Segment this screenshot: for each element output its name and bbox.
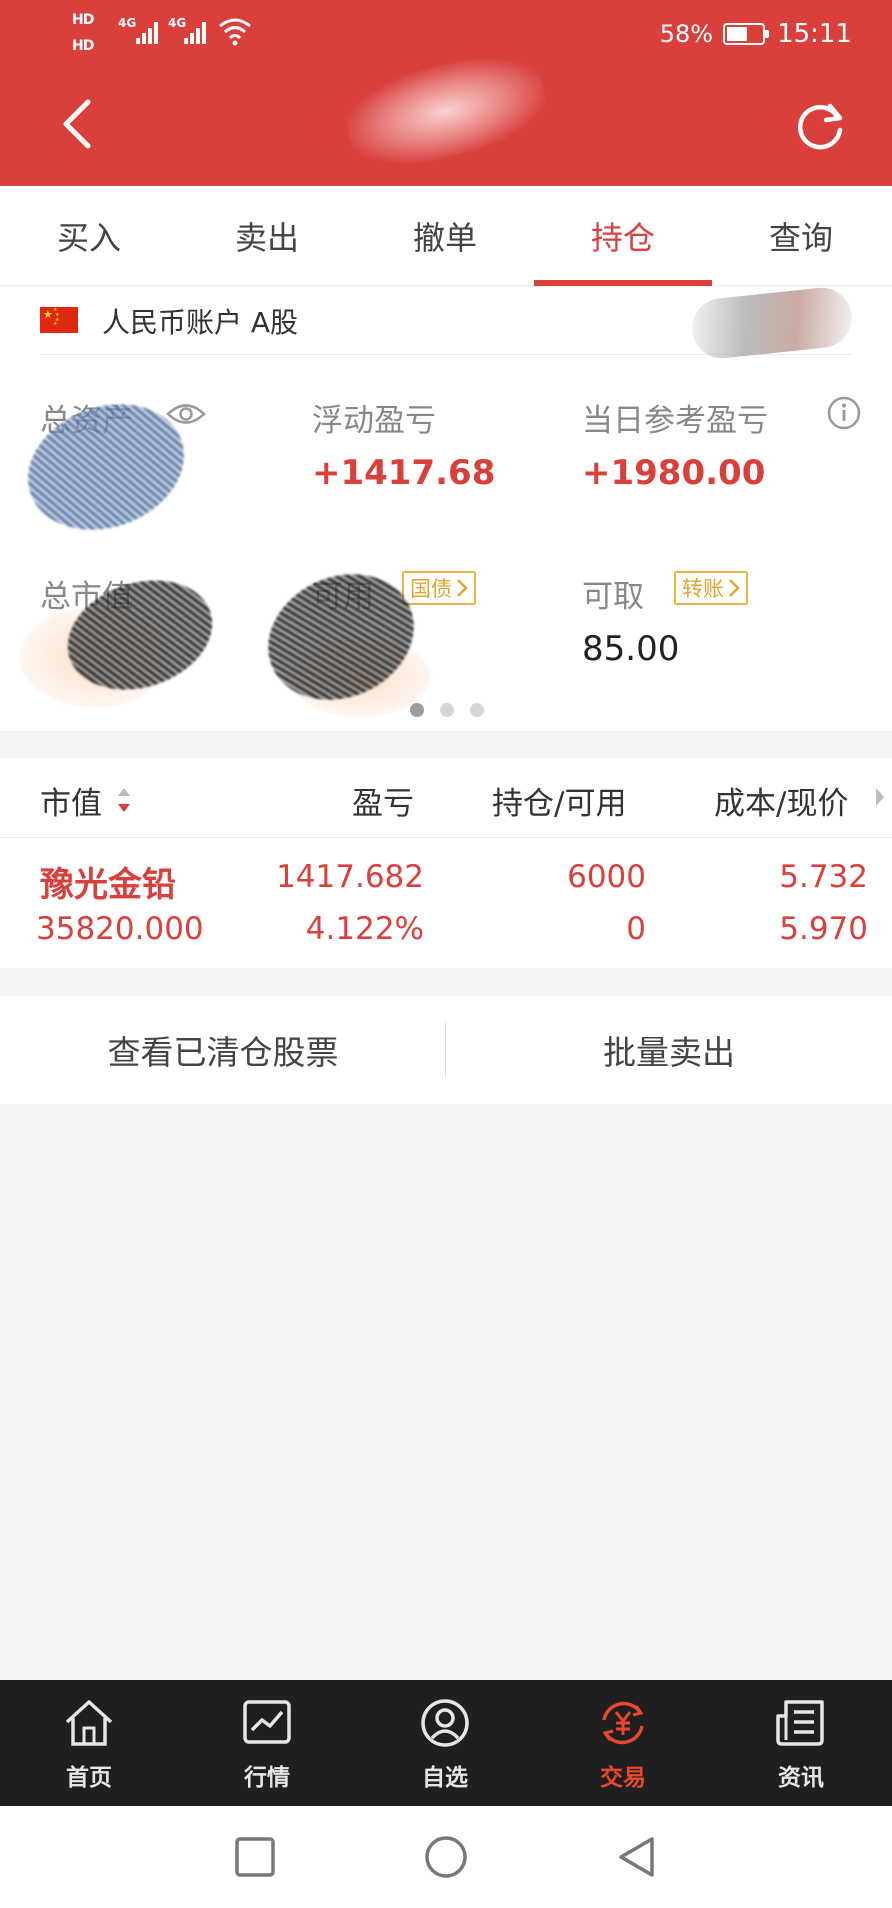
daily-pl-label: 当日参考盈亏 (582, 403, 768, 439)
floating-pl: 浮动盈亏 +1417.68 (312, 395, 552, 495)
recent-apps-icon[interactable] (232, 1834, 278, 1880)
battery-percent: 58% (659, 20, 714, 48)
clock: 15:11 (777, 19, 852, 49)
nav-home[interactable]: 首页 (0, 1680, 178, 1806)
holdings-actions: 查看已清仓股票 批量卖出 (0, 996, 892, 1104)
column-market-value[interactable]: 市值 (40, 778, 102, 823)
chevron-left-icon[interactable] (56, 96, 100, 152)
stock-price: 5.970 (779, 911, 868, 947)
pager-dot[interactable] (470, 703, 484, 717)
battery-icon (723, 23, 770, 45)
stock-available: 0 (626, 911, 646, 947)
sort-icon[interactable] (116, 786, 132, 814)
nav-trade[interactable]: 交易 (534, 1680, 712, 1806)
status-bar-left: HD HD 4G 4G (72, 10, 262, 60)
pager-dot[interactable] (440, 703, 454, 717)
transfer-tag-button[interactable]: 转账 (674, 571, 748, 605)
account-summary-card: ★★★★★ 人民币账户 A股 总资产 浮动盈亏 +1417.68 当日参考盈亏 … (0, 284, 892, 731)
withdrawable-value: 85.00 (582, 629, 680, 669)
tab-sell[interactable]: 卖出 (178, 186, 356, 286)
stock-market-value: 35820.000 (36, 911, 204, 947)
refresh-icon[interactable] (794, 100, 848, 154)
battery-fill (727, 27, 747, 41)
account-selector[interactable]: ★ ★ ★ ★ ★ 人民币账户 A股 (40, 284, 855, 362)
chart-icon (243, 1700, 291, 1744)
bottom-nav: 首页 行情 自选 交易 资讯 (0, 1680, 892, 1806)
bond-tag-button[interactable]: 国债 (402, 571, 476, 605)
nav-label: 资讯 (778, 1765, 824, 1791)
chevron-right-icon (457, 579, 468, 597)
trade-tab-bar: 买入 卖出 撤单 持仓 查询 (0, 186, 892, 286)
summary-pager (408, 703, 488, 717)
tab-buy[interactable]: 买入 (0, 186, 178, 286)
info-icon[interactable] (826, 395, 862, 431)
home-circle-icon[interactable] (423, 1834, 469, 1880)
nav-news[interactable]: 资讯 (712, 1680, 890, 1806)
page-title-redacted (338, 43, 554, 179)
account-number-redacted (689, 284, 855, 362)
tab-cancel-order[interactable]: 撤单 (356, 186, 534, 286)
floating-pl-label: 浮动盈亏 (312, 403, 436, 439)
nav-market[interactable]: 行情 (178, 1680, 356, 1806)
tab-positions[interactable]: 持仓 (534, 186, 712, 286)
nav-label: 自选 (422, 1765, 468, 1791)
account-label: 人民币账户 A股 (102, 306, 299, 339)
daily-pl-value: +1980.00 (582, 453, 766, 493)
stock-position: 6000 (567, 859, 646, 895)
system-nav-bar (0, 1806, 892, 1908)
app-header: HD HD 4G 4G 58% 15:11 (0, 0, 892, 186)
bond-tag-label: 国债 (410, 577, 452, 601)
column-pl: 盈亏 (352, 786, 414, 822)
withdrawable-label: 可取 (582, 579, 644, 615)
transfer-tag-label: 转账 (682, 577, 724, 601)
status-bar-right: 58% 15:11 (660, 14, 852, 54)
pager-dot[interactable] (410, 703, 424, 717)
nav-label: 行情 (244, 1765, 290, 1791)
hd-badge: HD (72, 12, 94, 28)
stock-pl: 1417.682 (276, 859, 424, 895)
stock-pl-percent: 4.122% (305, 911, 424, 947)
hd-badge: HD (72, 38, 94, 54)
news-icon (776, 1700, 824, 1746)
active-tab-indicator (534, 280, 712, 286)
network-type: 4G (118, 16, 137, 30)
holdings-table: 市值 盈亏 持仓/可用 成本/现价 豫光金铅 35820.000 1417.68… (0, 758, 892, 968)
daily-pl: 当日参考盈亏 +1980.00 (582, 395, 872, 495)
view-cleared-stocks-button[interactable]: 查看已清仓股票 (0, 996, 446, 1104)
batch-sell-button[interactable]: 批量卖出 (446, 996, 892, 1104)
column-cost-price: 成本/现价 (714, 786, 849, 822)
wifi-icon (219, 18, 251, 46)
home-icon (65, 1700, 113, 1746)
signal-icon (136, 20, 164, 44)
signal-icon (184, 20, 208, 44)
floating-pl-value: +1417.68 (312, 453, 496, 493)
nav-label: 交易 (600, 1765, 646, 1791)
nav-label: 首页 (66, 1765, 112, 1791)
withdrawable-funds: 可取 转账 85.00 (582, 571, 872, 671)
tab-query[interactable]: 查询 (712, 186, 890, 286)
china-flag-icon: ★ ★ ★ ★ ★ (40, 307, 78, 333)
table-row[interactable]: 豫光金铅 35820.000 1417.682 4.122% 6000 0 5.… (0, 839, 892, 967)
stock-name: 豫光金铅 (40, 865, 176, 905)
nav-watchlist[interactable]: 自选 (356, 1680, 534, 1806)
chevron-right-icon (729, 579, 740, 597)
stock-cost: 5.732 (779, 859, 868, 895)
back-triangle-icon[interactable] (614, 1834, 660, 1880)
scroll-right-icon[interactable] (874, 786, 886, 808)
user-circle-icon (421, 1699, 469, 1747)
column-position-available: 持仓/可用 (492, 786, 627, 822)
yuan-exchange-icon (602, 1701, 644, 1745)
holdings-header: 市值 盈亏 持仓/可用 成本/现价 (0, 758, 892, 838)
